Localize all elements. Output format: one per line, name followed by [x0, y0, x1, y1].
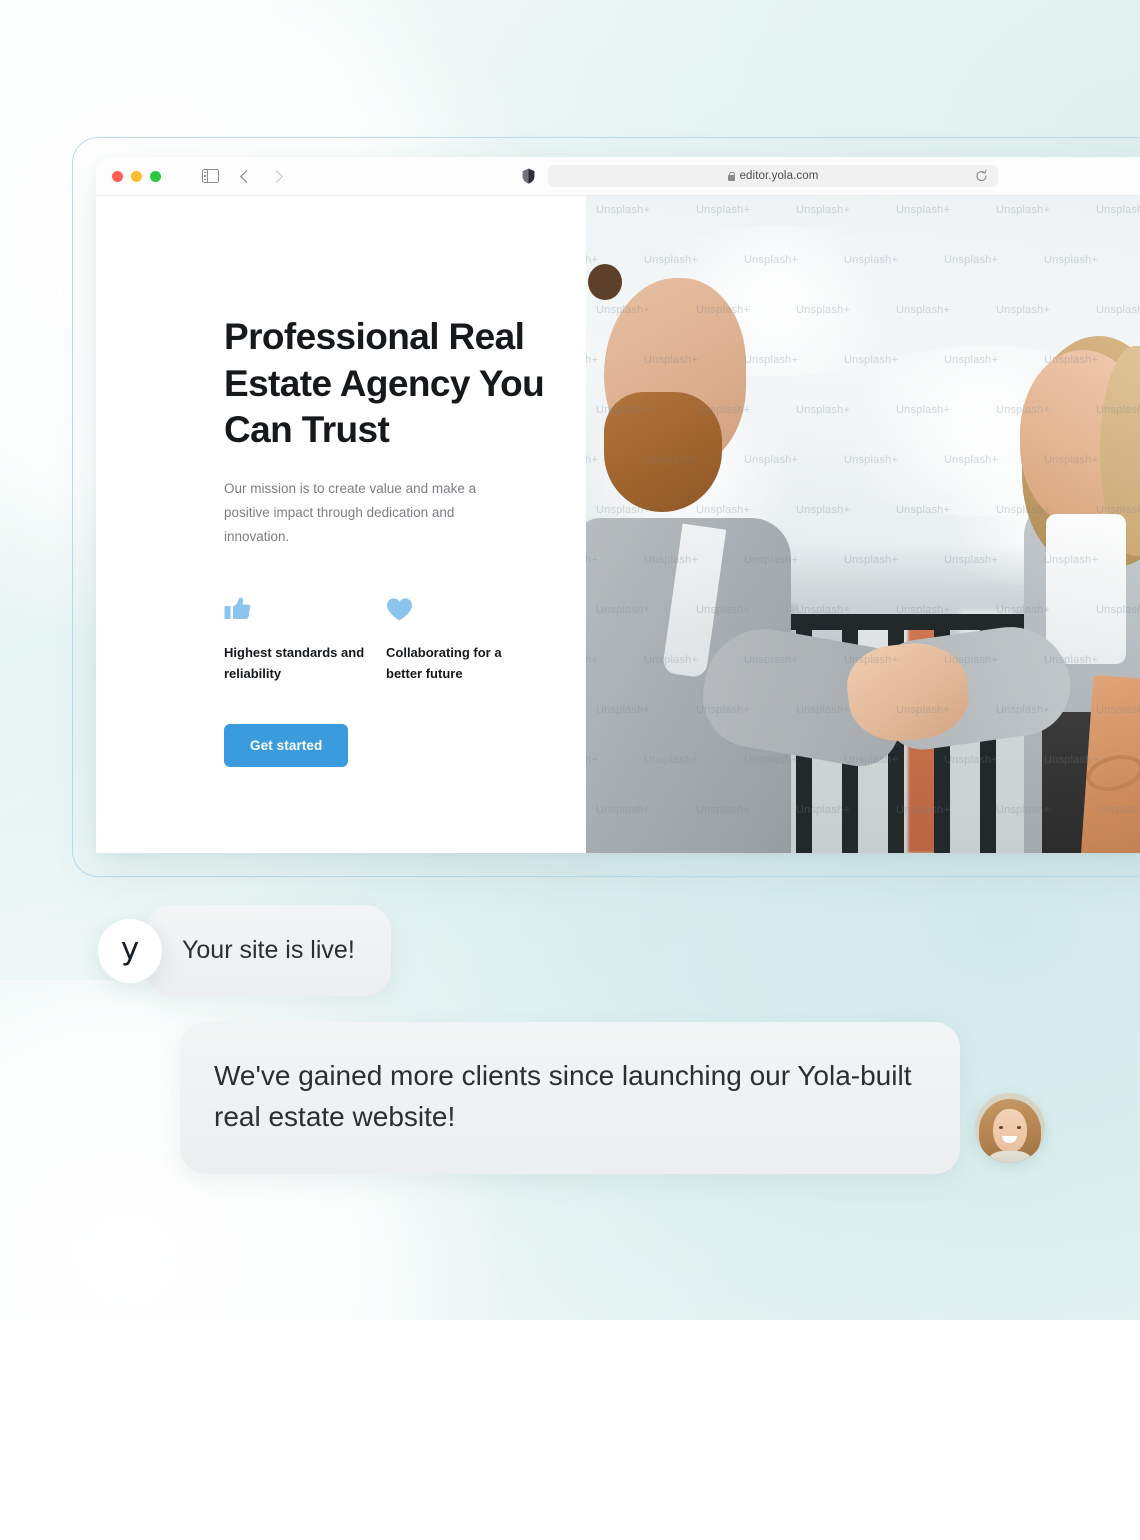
hero-image: Unsplash+ Unsplash+ Unsplash+ Unsplash+ Unsp… — [586, 196, 1140, 853]
toolbar-navigation — [193, 163, 295, 189]
feature-label: Collaborating for a better future — [386, 644, 502, 682]
thumbs-up-icon — [224, 592, 386, 622]
feature-list: Highest standards and reliability Collab… — [224, 592, 586, 686]
browser-window: editor.yola.com Professional Real Estate… — [96, 157, 1140, 853]
man-beard — [604, 392, 722, 512]
man-hair-bun — [588, 264, 622, 300]
page-title: Professional Real Estate Agency You Can … — [224, 316, 545, 451]
url-bar[interactable]: editor.yola.com — [548, 165, 998, 187]
hero-subtitle: Our mission is to create value and make … — [224, 480, 477, 544]
yola-logo-avatar: y — [98, 918, 162, 983]
chevron-left-icon[interactable] — [227, 163, 261, 189]
chat-message-row-live: y Your site is live! — [98, 905, 391, 996]
maximize-button[interactable] — [150, 170, 161, 182]
hero-text-column: Professional Real Estate Agency You Can … — [96, 196, 586, 853]
chat-bubble-testimonial: We've gained more clients since launchin… — [180, 1022, 960, 1174]
minimize-button[interactable] — [131, 170, 142, 182]
url-text: editor.yola.com — [739, 170, 819, 182]
chat-bubble-site-live: Your site is live! — [146, 905, 391, 996]
browser-toolbar: editor.yola.com — [96, 157, 1140, 196]
feature-item-standards: Highest standards and reliability — [224, 592, 386, 686]
lock-icon — [727, 171, 736, 181]
get-started-button[interactable]: Get started — [224, 724, 349, 768]
reload-icon[interactable] — [975, 169, 988, 183]
woman-shirt — [1046, 514, 1126, 664]
client-avatar — [975, 1093, 1045, 1163]
sidebar-toggle-icon[interactable] — [193, 163, 227, 189]
window-controls — [96, 170, 161, 182]
close-button[interactable] — [112, 170, 123, 182]
feature-item-collaboration: Collaborating for a better future — [386, 592, 548, 686]
shield-icon[interactable] — [522, 168, 535, 184]
chevron-right-icon[interactable] — [261, 163, 295, 189]
feature-label: Highest standards and reliability — [224, 644, 365, 682]
site-preview: Professional Real Estate Agency You Can … — [96, 196, 1140, 853]
yola-logo-letter: y — [120, 931, 140, 967]
heart-icon — [386, 592, 548, 622]
